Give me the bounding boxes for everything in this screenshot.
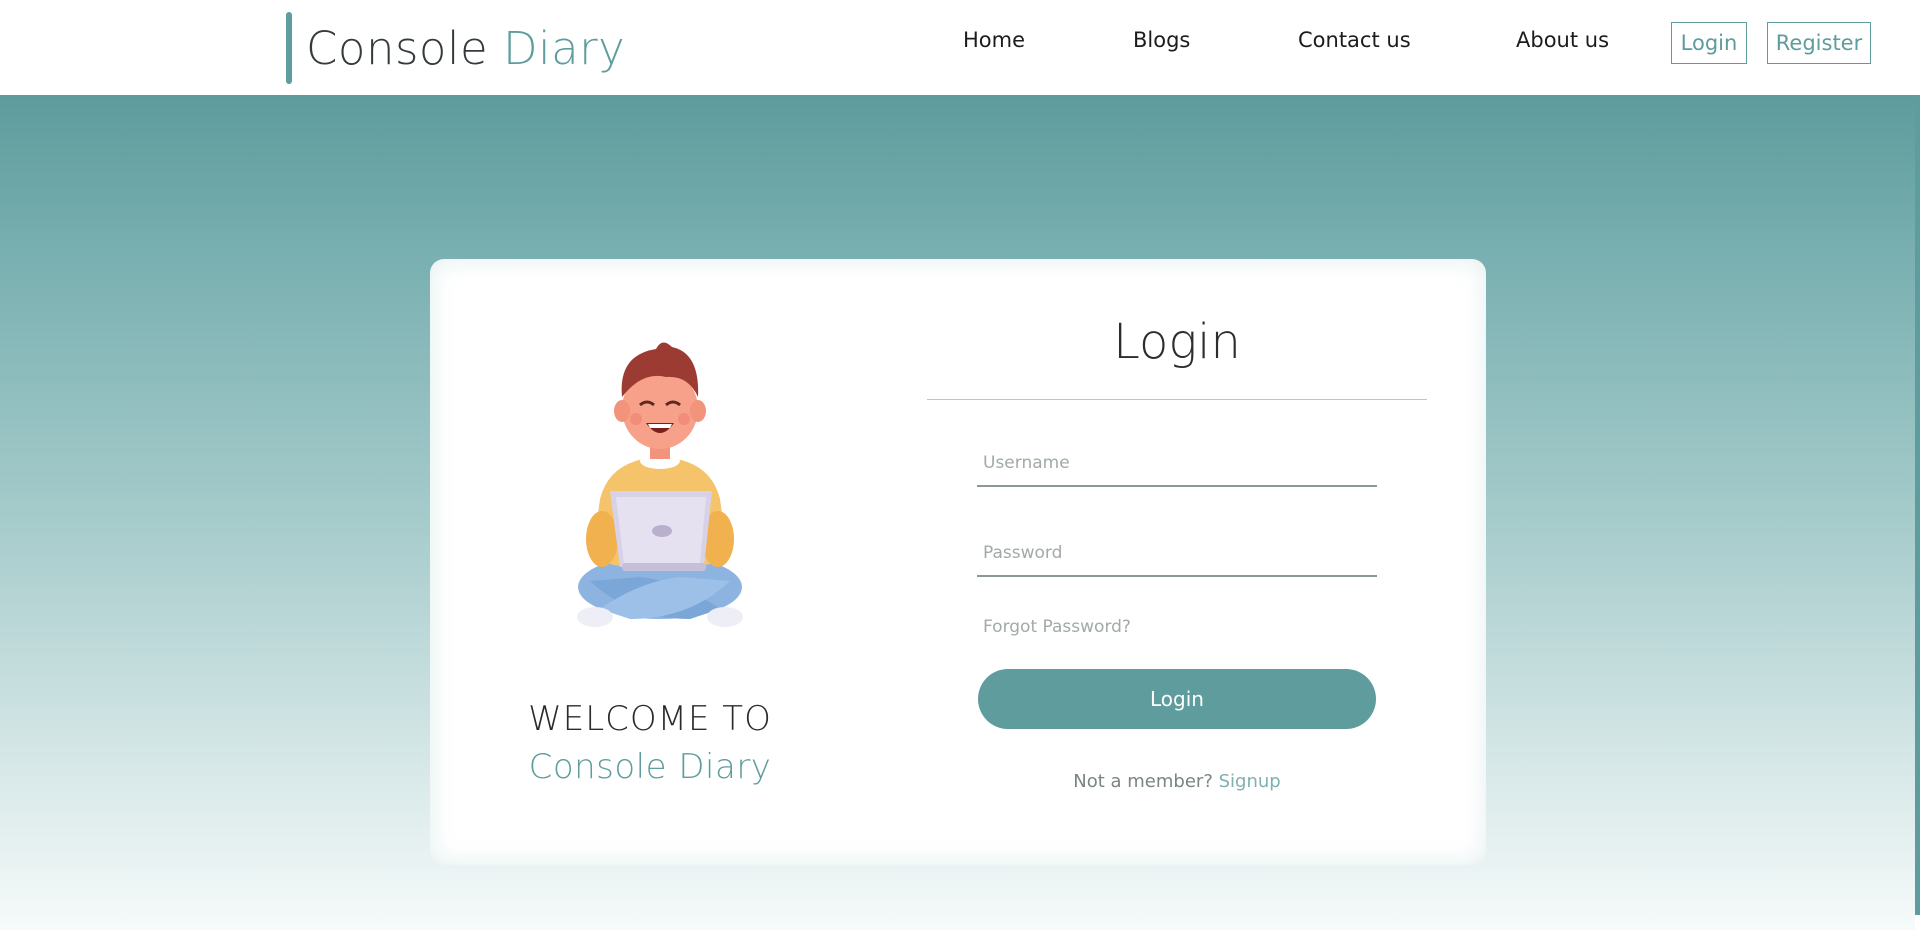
- top-navbar: Console Diary Home Blogs Contact us Abou…: [0, 0, 1920, 95]
- brand-accent-bar: [286, 12, 292, 84]
- login-card: WELCOME TO Console Diary Login Forgot Pa…: [430, 259, 1486, 865]
- nav-register-button[interactable]: Register: [1767, 22, 1871, 64]
- page: Console Diary Home Blogs Contact us Abou…: [0, 0, 1920, 930]
- brand-name: Console Diary: [306, 22, 625, 75]
- welcome-brand-name: Console Diary: [528, 747, 772, 787]
- login-title: Login: [1113, 314, 1241, 370]
- signup-prompt-line: Not a member? Signup: [927, 771, 1427, 792]
- nav-link-blogs[interactable]: Blogs: [1133, 28, 1190, 52]
- nav-link-about[interactable]: About us: [1516, 28, 1609, 52]
- boy-with-laptop-illustration: [577, 342, 743, 627]
- nav-link-contact[interactable]: Contact us: [1298, 28, 1411, 52]
- title-divider: [927, 399, 1427, 400]
- brand-logo[interactable]: Console Diary: [286, 12, 625, 84]
- forgot-password-link[interactable]: Forgot Password?: [983, 617, 1131, 637]
- signup-link[interactable]: Signup: [1219, 771, 1281, 792]
- scrollbar-thumb[interactable]: [1915, 95, 1920, 915]
- nav-link-home[interactable]: Home: [963, 28, 1025, 52]
- signup-prompt-text: Not a member?: [1073, 771, 1213, 792]
- password-input[interactable]: [977, 531, 1377, 577]
- brand-name-prefix: Console: [306, 21, 503, 75]
- nav-login-button[interactable]: Login: [1671, 22, 1747, 64]
- username-input[interactable]: [977, 441, 1377, 487]
- login-submit-button[interactable]: Login: [978, 669, 1376, 729]
- welcome-heading: WELCOME TO: [528, 699, 772, 739]
- brand-name-accent: Diary: [502, 21, 626, 75]
